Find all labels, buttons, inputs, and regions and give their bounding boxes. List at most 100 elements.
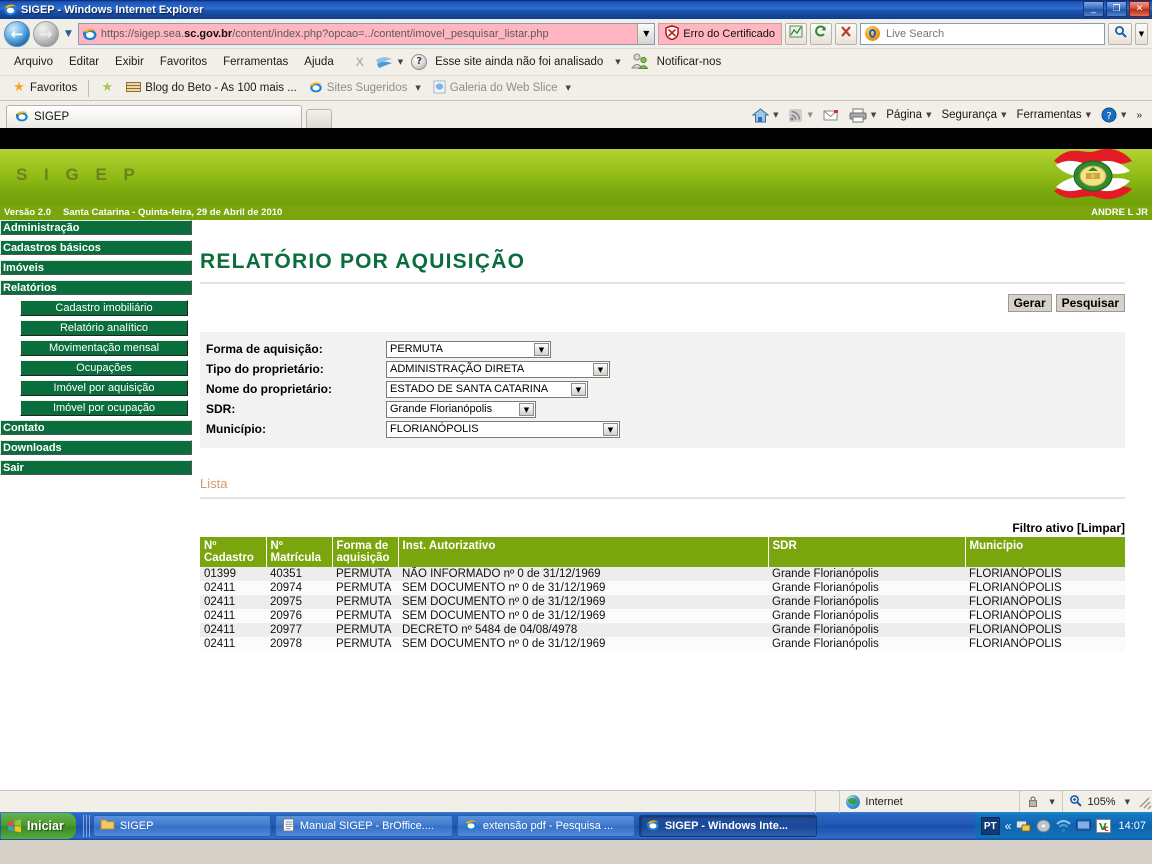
sidebar-subitem-ocupacoes[interactable]: Ocupações: [20, 360, 188, 376]
forward-button[interactable]: →: [33, 20, 59, 47]
column-header-no-cadastro[interactable]: Nº Cadastro: [200, 537, 267, 567]
forma-aquisicao-select[interactable]: PERMUTA ▼: [386, 340, 551, 358]
sidebar-subitem-imovel-por-aquisicao[interactable]: Imóvel por aquisição: [20, 380, 188, 396]
pesquisar-button[interactable]: Pesquisar: [1055, 294, 1125, 312]
tipo-proprietario-select[interactable]: ADMINISTRAÇÃO DIRETA ▼: [386, 360, 610, 378]
favorite-item-sites-sugeridos[interactable]: Sites Sugeridos ▼: [303, 78, 427, 99]
close-button[interactable]: ✕: [1129, 1, 1150, 17]
sidebar-item-cadastros-basicos[interactable]: Cadastros básicos: [0, 240, 192, 255]
favorite-item-blog-do-beto[interactable]: Blog do Beto - As 100 mais ...: [120, 78, 303, 98]
tab-sigep[interactable]: SIGEP: [6, 105, 302, 128]
home-button[interactable]: ▼: [748, 106, 782, 125]
sidebar-subitem-relatorio-analitico[interactable]: Relatório analítico: [20, 320, 188, 336]
refresh-button[interactable]: [810, 22, 832, 45]
menu-item-ajuda[interactable]: Ajuda: [296, 53, 341, 71]
chevron-down-icon[interactable]: ▼: [1001, 111, 1006, 119]
security-zone-cell[interactable]: Internet: [840, 790, 1021, 813]
maximize-button[interactable]: ❐: [1106, 1, 1127, 17]
sdr-select[interactable]: Grande Florianópolis ▼: [386, 400, 536, 418]
chevron-down-icon[interactable]: ▼: [926, 111, 931, 119]
tools-menu[interactable]: Ferramentas ▼: [1012, 107, 1095, 123]
tray-expand-icon[interactable]: «: [1005, 819, 1012, 833]
table-row[interactable]: 02411 20977 PERMUTA DECRETO nº 5484 de 0…: [200, 623, 1125, 637]
menu-item-exibir[interactable]: Exibir: [107, 53, 152, 71]
monitor-icon[interactable]: [1076, 819, 1092, 834]
sidebar-subitem-imovel-por-ocupacao[interactable]: Imóvel por ocupação: [20, 400, 188, 416]
chevron-down-icon[interactable]: ▼: [571, 382, 586, 396]
table-row[interactable]: 02411 20975 PERMUTA SEM DOCUMENTO nº 0 d…: [200, 595, 1125, 609]
security-menu[interactable]: Segurança ▼: [937, 107, 1010, 123]
start-button[interactable]: Iniciar: [1, 813, 76, 839]
search-dropdown-icon[interactable]: ▼: [1135, 22, 1148, 45]
site-status-label[interactable]: Esse site ainda não foi analisado: [427, 53, 611, 71]
site-status-caret-icon[interactable]: ▼: [615, 58, 620, 66]
nome-proprietario-select[interactable]: ESTADO DE SANTA CATARINA ▼: [386, 380, 588, 398]
wot-caret-icon[interactable]: ▼: [398, 58, 403, 66]
sidebar-item-contato[interactable]: Contato: [0, 420, 192, 435]
vnc-icon[interactable]: Vc: [1096, 818, 1112, 834]
menu-item-favoritos[interactable]: Favoritos: [152, 53, 215, 71]
table-row[interactable]: 02411 20974 PERMUTA SEM DOCUMENTO nº 0 d…: [200, 581, 1125, 595]
chevron-down-icon[interactable]: ▼: [603, 422, 618, 436]
sidebar-subitem-cadastro-imobiliario[interactable]: Cadastro imobiliário: [20, 300, 188, 316]
search-input[interactable]: [884, 26, 1104, 41]
language-indicator[interactable]: PT: [980, 817, 1000, 835]
certificate-error-badge[interactable]: Erro do Certificado: [658, 22, 782, 45]
feeds-caret-icon[interactable]: ▼: [807, 111, 812, 119]
page-menu[interactable]: Página ▼: [882, 107, 935, 123]
municipio-select[interactable]: FLORIANÓPOLIS ▼: [386, 420, 620, 438]
taskbar-button-sigep-ie[interactable]: SIGEP - Windows Inte...: [638, 815, 817, 837]
resize-grip[interactable]: [1136, 794, 1152, 810]
chevron-down-icon[interactable]: ▼: [1086, 111, 1091, 119]
taskbar-button-extensao-pdf[interactable]: extensão pdf - Pesquisa ...: [456, 815, 635, 837]
table-row[interactable]: 01399 40351 PERMUTA NÃO INFORMADO nº 0 d…: [200, 567, 1125, 581]
protected-mode-cell[interactable]: ▼: [1020, 790, 1064, 813]
webofttrust-shield-icon[interactable]: [374, 55, 394, 70]
zoom-level-cell[interactable]: 105% ▼: [1063, 791, 1136, 813]
gerar-button[interactable]: Gerar: [1007, 294, 1052, 312]
menu-item-arquivo[interactable]: Arquivo: [6, 53, 61, 71]
column-header-inst-autorizativo[interactable]: Inst. Autorizativo: [398, 537, 769, 567]
taskbar-button-sigep-folder[interactable]: SIGEP: [92, 815, 271, 837]
chevron-down-icon[interactable]: ▼: [534, 342, 549, 356]
add-favorite-button[interactable]: ★: [94, 79, 120, 97]
column-header-forma-aquisicao[interactable]: Forma de aquisição: [332, 537, 399, 567]
taskbar-grip[interactable]: [82, 815, 90, 837]
disc-icon[interactable]: [1036, 819, 1051, 834]
new-tab-button[interactable]: [306, 109, 332, 128]
column-header-no-matricula[interactable]: Nº Matrícula: [266, 537, 333, 567]
search-go-button[interactable]: [1108, 22, 1132, 45]
back-button[interactable]: ←: [4, 20, 30, 47]
menu-item-editar[interactable]: Editar: [61, 53, 107, 71]
close-toolbar-icon[interactable]: X: [342, 55, 374, 69]
mail-button[interactable]: [819, 107, 843, 124]
sidebar-item-administracao[interactable]: Administração: [0, 220, 192, 235]
minimize-button[interactable]: _: [1083, 1, 1104, 17]
address-dropdown-icon[interactable]: ▼: [637, 23, 655, 44]
search-box[interactable]: [860, 22, 1105, 45]
chevron-down-icon[interactable]: ▼: [519, 402, 534, 416]
chevron-down-icon[interactable]: ▼: [566, 84, 571, 92]
sidebar-item-sair[interactable]: Sair: [0, 460, 192, 475]
notify-us-label[interactable]: Notificar-nos: [649, 53, 730, 71]
address-input-box[interactable]: https://sigep.sea.sc.gov.br/content/inde…: [77, 22, 656, 45]
menu-item-ferramentas[interactable]: Ferramentas: [215, 53, 296, 71]
stop-button[interactable]: [835, 22, 857, 45]
favorites-button[interactable]: ★ Favoritos: [6, 79, 83, 97]
favorite-item-galeria-web-slice[interactable]: Galeria do Web Slice ▼: [427, 78, 577, 99]
help-button[interactable]: ? ▼: [1097, 105, 1130, 125]
column-header-municipio[interactable]: Município: [965, 537, 1125, 567]
sidebar-subitem-movimentacao-mensal[interactable]: Movimentação mensal: [20, 340, 188, 356]
active-filter-label[interactable]: Filtro ativo [Limpar]: [200, 521, 1125, 535]
chevron-down-icon[interactable]: ▼: [415, 84, 420, 92]
history-dropdown-icon[interactable]: ▼: [62, 29, 75, 39]
table-row[interactable]: 02411 20978 PERMUTA SEM DOCUMENTO nº 0 d…: [200, 637, 1125, 651]
print-button[interactable]: ▼: [845, 106, 880, 125]
chevron-down-icon[interactable]: ▼: [1121, 111, 1126, 119]
table-row[interactable]: 02411 20976 PERMUTA SEM DOCUMENTO nº 0 d…: [200, 609, 1125, 623]
feeds-button[interactable]: ▼: [784, 106, 816, 125]
command-bar-overflow[interactable]: »: [1132, 108, 1146, 123]
clock[interactable]: 14:07: [1118, 820, 1146, 832]
network-icon[interactable]: [1016, 819, 1031, 834]
sidebar-item-downloads[interactable]: Downloads: [0, 440, 192, 455]
